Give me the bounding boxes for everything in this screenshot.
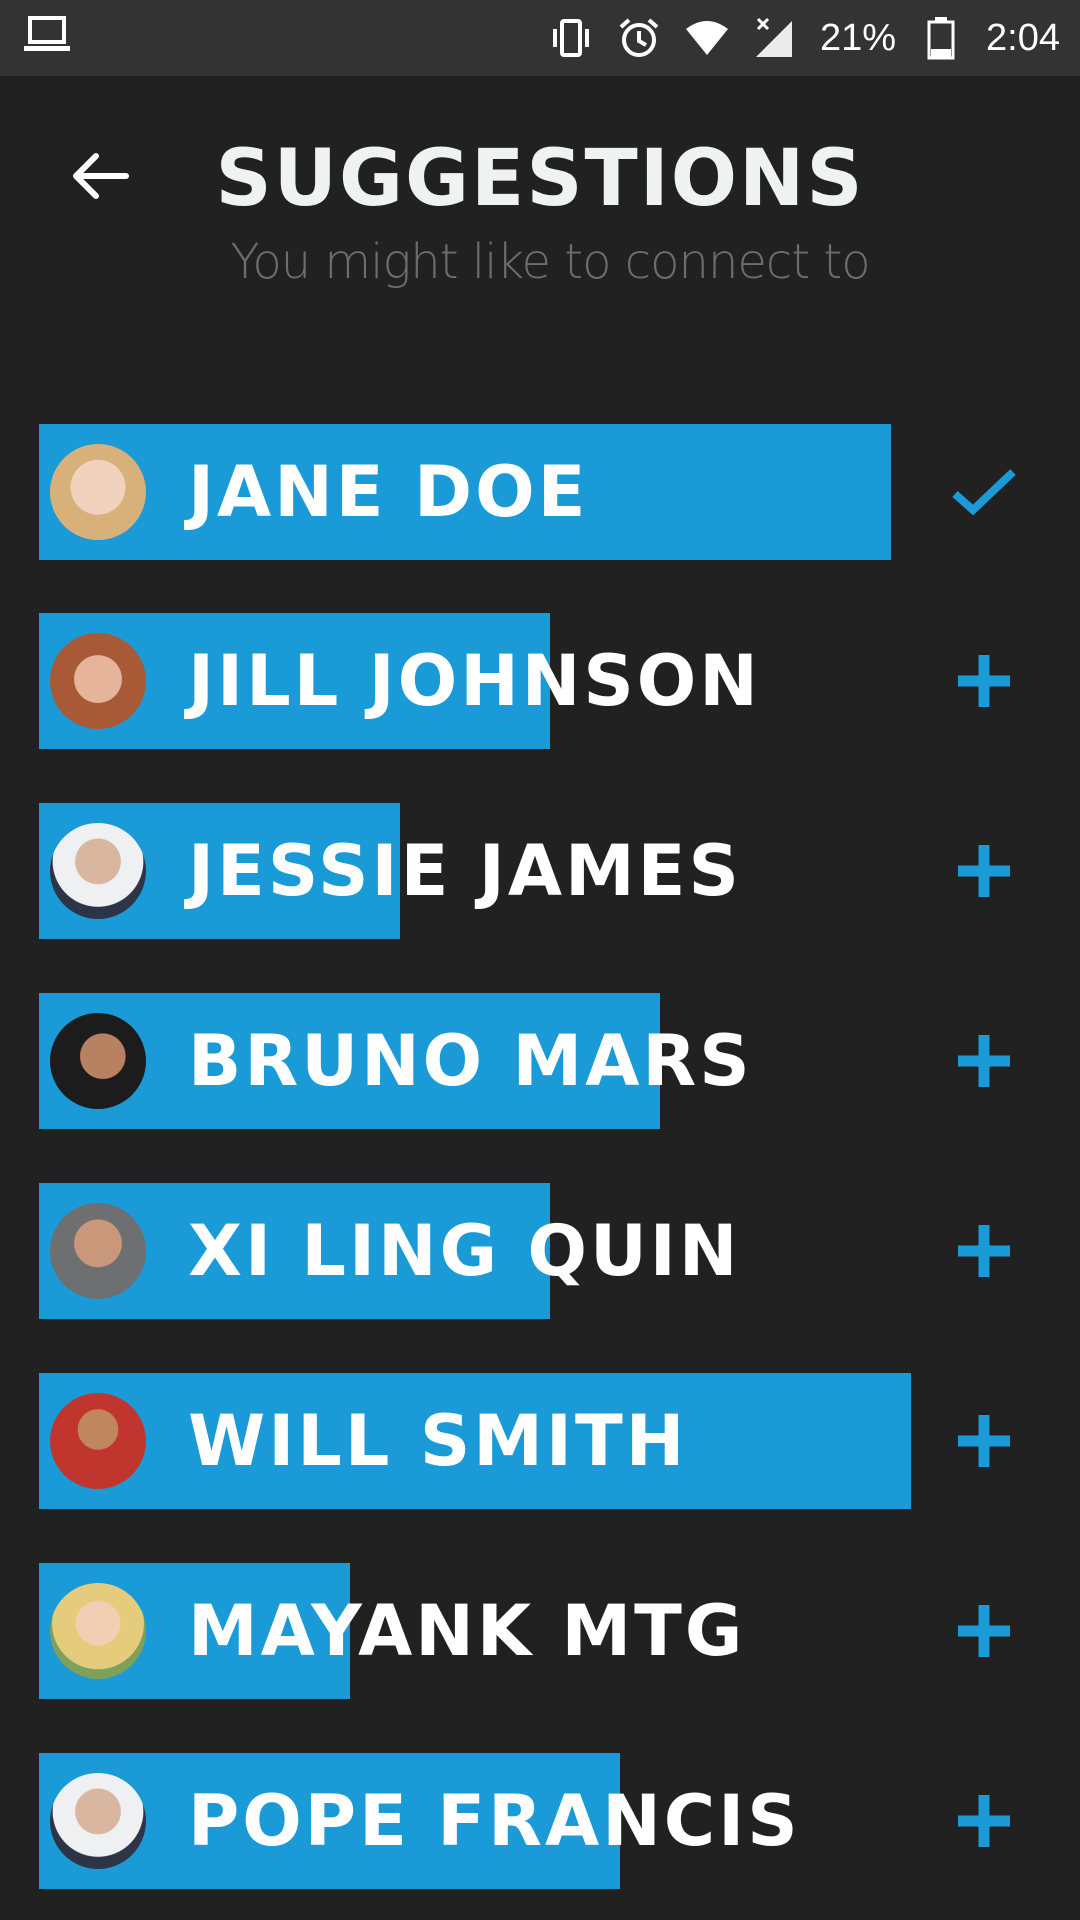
- plus-icon: [958, 1795, 1010, 1847]
- suggestion-name: BRUNO MARS: [188, 1020, 753, 1102]
- check-icon: [952, 469, 1016, 516]
- suggestion-name: WILL SMITH: [188, 1400, 688, 1482]
- avatar: [50, 444, 146, 540]
- avatar: [50, 1583, 146, 1679]
- avatar: [50, 1393, 146, 1489]
- plus-icon: [958, 1605, 1010, 1657]
- suggestion-row[interactable]: XI LING QUIN: [0, 1183, 1080, 1319]
- added-check-button[interactable]: [940, 448, 1028, 536]
- add-button[interactable]: [940, 827, 1028, 915]
- add-button[interactable]: [940, 1397, 1028, 1485]
- suggestion-row[interactable]: MAYANK MTG: [0, 1563, 1080, 1699]
- avatar: [50, 1203, 146, 1299]
- add-button[interactable]: [940, 1777, 1028, 1865]
- avatar: [50, 1773, 146, 1869]
- suggestion-name: XI LING QUIN: [188, 1210, 741, 1292]
- avatar: [50, 1013, 146, 1109]
- suggestion-name: JANE DOE: [188, 451, 589, 533]
- plus-icon: [958, 845, 1010, 897]
- suggestion-row[interactable]: JILL JOHNSON: [0, 613, 1080, 749]
- avatar: [50, 823, 146, 919]
- avatar: [50, 633, 146, 729]
- suggestion-name: POPE FRANCIS: [188, 1780, 801, 1862]
- add-button[interactable]: [940, 1587, 1028, 1675]
- plus-icon: [958, 1225, 1010, 1277]
- add-button[interactable]: [940, 637, 1028, 725]
- suggestion-row[interactable]: JANE DOE: [0, 424, 1080, 560]
- suggestion-name: JILL JOHNSON: [188, 640, 761, 722]
- suggestion-name: MAYANK MTG: [188, 1590, 746, 1672]
- plus-icon: [958, 1035, 1010, 1087]
- add-button[interactable]: [940, 1207, 1028, 1295]
- suggestion-name: JESSIE JAMES: [188, 830, 742, 912]
- add-button[interactable]: [940, 1017, 1028, 1105]
- suggestion-row[interactable]: POPE FRANCIS: [0, 1753, 1080, 1889]
- suggestion-row[interactable]: JESSIE JAMES: [0, 803, 1080, 939]
- plus-icon: [958, 655, 1010, 707]
- plus-icon: [958, 1415, 1010, 1467]
- suggestion-row[interactable]: BRUNO MARS: [0, 993, 1080, 1129]
- suggestion-row[interactable]: WILL SMITH: [0, 1373, 1080, 1509]
- suggestion-list: JANE DOE JILL JOHNSON JESSIE JAMES BRUNO…: [0, 0, 1080, 1920]
